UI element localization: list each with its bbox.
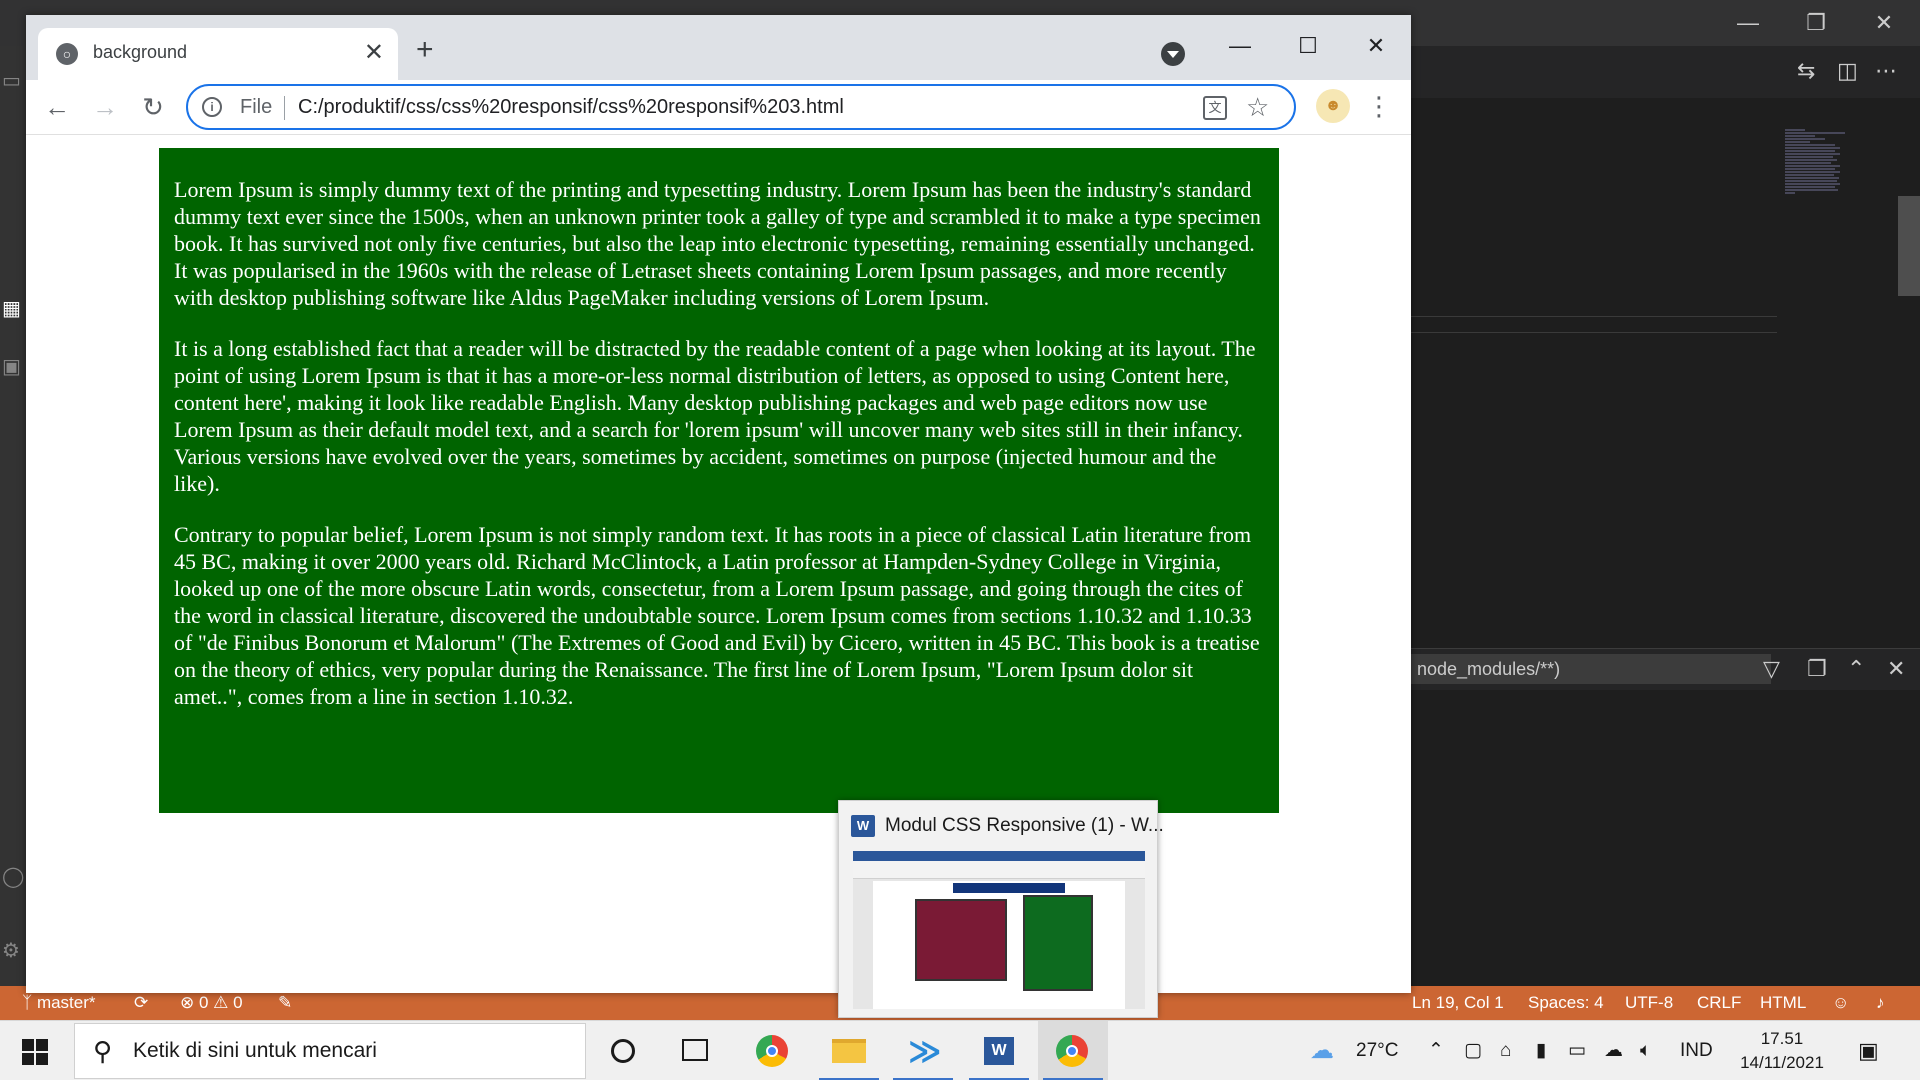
divider <box>1411 316 1777 317</box>
screenshot-thumbnail-red <box>915 899 1007 981</box>
word-window-preview[interactable]: W Modul CSS Responsive (1) - W... <box>838 800 1164 1018</box>
word-icon: W <box>851 815 875 837</box>
chrome-toolbar: ← → ↻ i File C:/produktif/css/css%20resp… <box>26 80 1411 135</box>
weather-icon[interactable]: ☁ <box>1310 1021 1334 1080</box>
vscode-minimize-button[interactable]: — <box>1718 6 1778 40</box>
reload-button[interactable]: ↻ <box>136 90 170 124</box>
vscode-activity-bar: ▭ ▦ ▣ ◯ ⚙ <box>0 46 26 986</box>
close-panel-icon[interactable]: ✕ <box>1887 656 1905 682</box>
preview-thumbnail <box>853 851 1145 1009</box>
divider <box>1411 332 1777 333</box>
paragraph-3: Contrary to popular belief, Lorem Ipsum … <box>174 522 1260 709</box>
profile-avatar[interactable]: ☻ <box>1316 89 1350 123</box>
vscode-taskbar-icon[interactable]: ≫ <box>888 1021 958 1080</box>
tab-search-icon[interactable] <box>1161 42 1185 66</box>
vscode-restore-button[interactable]: ❐ <box>1786 6 1846 40</box>
document-banner <box>953 883 1065 893</box>
remote-icon[interactable]: ▣ <box>2 354 24 378</box>
weather-temperature[interactable]: 27°C <box>1356 1021 1398 1080</box>
chevron-up-icon[interactable]: ⌃ <box>1847 656 1865 682</box>
url-text[interactable]: C:/produktif/css/css%20responsif/css%20r… <box>298 96 844 119</box>
vscode-close-button[interactable]: ✕ <box>1854 6 1914 40</box>
compare-changes-icon[interactable]: ⇆ <box>1797 58 1815 84</box>
wifi-icon[interactable]: ⌂ <box>1500 1021 1511 1080</box>
start-button[interactable] <box>22 1039 48 1065</box>
volume-icon[interactable]: 🔈︎ <box>1640 1021 1651 1080</box>
translate-icon[interactable]: 文 <box>1203 96 1227 120</box>
minimap[interactable] <box>1785 128 1855 278</box>
tab-title: background <box>93 42 188 62</box>
divider <box>284 96 285 120</box>
indentation-status[interactable]: Spaces: 4 <box>1528 986 1604 1020</box>
taskbar-search[interactable]: ⚲ Ketik di sini untuk mencari <box>74 1023 586 1079</box>
chrome-window: ○ background ✕ + — ☐ ✕ ← → ↻ i File C:/p… <box>26 15 1411 993</box>
more-actions-icon[interactable]: ⋯ <box>1875 58 1897 84</box>
panel-filter-input[interactable]: node_modules/**) <box>1411 654 1771 684</box>
content-box: Lorem Ipsum is simply dummy text of the … <box>159 148 1279 813</box>
filter-icon[interactable]: ▽ <box>1763 656 1780 682</box>
tab-background[interactable]: ○ background ✕ <box>38 28 398 80</box>
info-icon[interactable]: i <box>202 97 222 117</box>
meet-now-icon[interactable]: ▢ <box>1464 1021 1482 1080</box>
onedrive-icon[interactable]: ☁ <box>1604 1021 1623 1080</box>
minimize-button[interactable]: — <box>1212 29 1268 63</box>
microphone-icon[interactable]: ▮ <box>1536 1021 1546 1080</box>
notifications-bell-icon[interactable]: ♪ <box>1876 986 1885 1020</box>
windows-taskbar: ⚲ Ketik di sini untuk mencari ≫ W ☁ 27°C… <box>0 1020 1920 1080</box>
address-bar[interactable]: i File C:/produktif/css/css%20responsif/… <box>186 84 1296 130</box>
word-taskbar-icon[interactable]: W <box>964 1021 1034 1080</box>
explorer-icon[interactable]: ▭ <box>2 68 24 92</box>
warning-count: 0 <box>233 993 243 1012</box>
paragraph-1: Lorem Ipsum is simply dummy text of the … <box>174 177 1261 310</box>
back-button[interactable]: ← <box>40 90 74 124</box>
bookmark-star-icon[interactable]: ☆ <box>1246 92 1269 122</box>
ribbon-bar <box>853 851 1145 861</box>
chrome-profile-taskbar-icon[interactable] <box>738 1021 808 1080</box>
clock-time: 17.51 <box>1760 1029 1804 1048</box>
vscode-panel <box>1411 690 1920 986</box>
editor-scrollbar[interactable] <box>1898 196 1920 296</box>
screenshot-thumbnail-green <box>1023 895 1093 991</box>
split-editor-icon[interactable]: ◫ <box>1837 58 1858 84</box>
battery-icon[interactable]: ▭ <box>1568 1021 1586 1080</box>
clock-date: 14/11/2021 <box>1740 1053 1824 1072</box>
extensions-icon[interactable]: ▦ <box>2 296 24 320</box>
eol-status[interactable]: CRLF <box>1697 986 1741 1020</box>
feedback-icon[interactable]: ☺ <box>1832 986 1849 1020</box>
search-placeholder: Ketik di sini untuk mencari <box>133 1039 377 1062</box>
system-clock[interactable]: 17.51 14/11/2021 <box>1722 1027 1842 1075</box>
globe-icon: ○ <box>56 43 78 65</box>
encoding-status[interactable]: UTF-8 <box>1625 986 1673 1020</box>
page-viewport: Lorem Ipsum is simply dummy text of the … <box>26 136 1411 993</box>
language-mode[interactable]: HTML <box>1760 986 1806 1020</box>
chrome-taskbar-icon[interactable] <box>1038 1021 1108 1080</box>
search-icon: ⚲ <box>93 1036 113 1066</box>
vscode-panel-header: node_modules/**) ▽ ❐ ⌃ ✕ <box>1411 648 1920 690</box>
maximize-button[interactable]: ☐ <box>1280 29 1336 63</box>
forward-button[interactable]: → <box>88 90 122 124</box>
vscode-editor-actions: ⇆ ◫ ⋯ <box>1411 46 1920 98</box>
ribbon-tools <box>853 861 1145 879</box>
preview-title: Modul CSS Responsive (1) - W... <box>885 815 1164 836</box>
copy-icon[interactable]: ❐ <box>1807 656 1827 682</box>
new-tab-button[interactable]: + <box>416 35 434 65</box>
paragraph-2: It is a long established fact that a rea… <box>174 336 1256 496</box>
notification-center-icon[interactable]: ▣ <box>1858 1021 1879 1080</box>
tray-chevron-up-icon[interactable]: ⌃ <box>1428 1021 1444 1080</box>
document-page <box>873 881 1125 1009</box>
close-tab-icon[interactable]: ✕ <box>364 38 384 67</box>
close-window-button[interactable]: ✕ <box>1348 29 1404 63</box>
language-indicator[interactable]: IND <box>1680 1021 1713 1080</box>
cursor-position[interactable]: Ln 19, Col 1 <box>1412 986 1504 1020</box>
menu-kebab-icon[interactable]: ⋮ <box>1366 89 1392 123</box>
account-icon[interactable]: ◯ <box>2 864 24 888</box>
settings-gear-icon[interactable]: ⚙ <box>2 938 24 962</box>
file-explorer-taskbar-icon[interactable] <box>814 1021 884 1080</box>
task-view-button[interactable] <box>660 1021 730 1080</box>
scheme-label: File <box>240 96 273 118</box>
branch-label: master* <box>36 993 96 1012</box>
cortana-button[interactable] <box>588 1021 658 1080</box>
tab-strip: ○ background ✕ + — ☐ ✕ <box>26 15 1411 80</box>
error-count: 0 <box>198 993 209 1012</box>
